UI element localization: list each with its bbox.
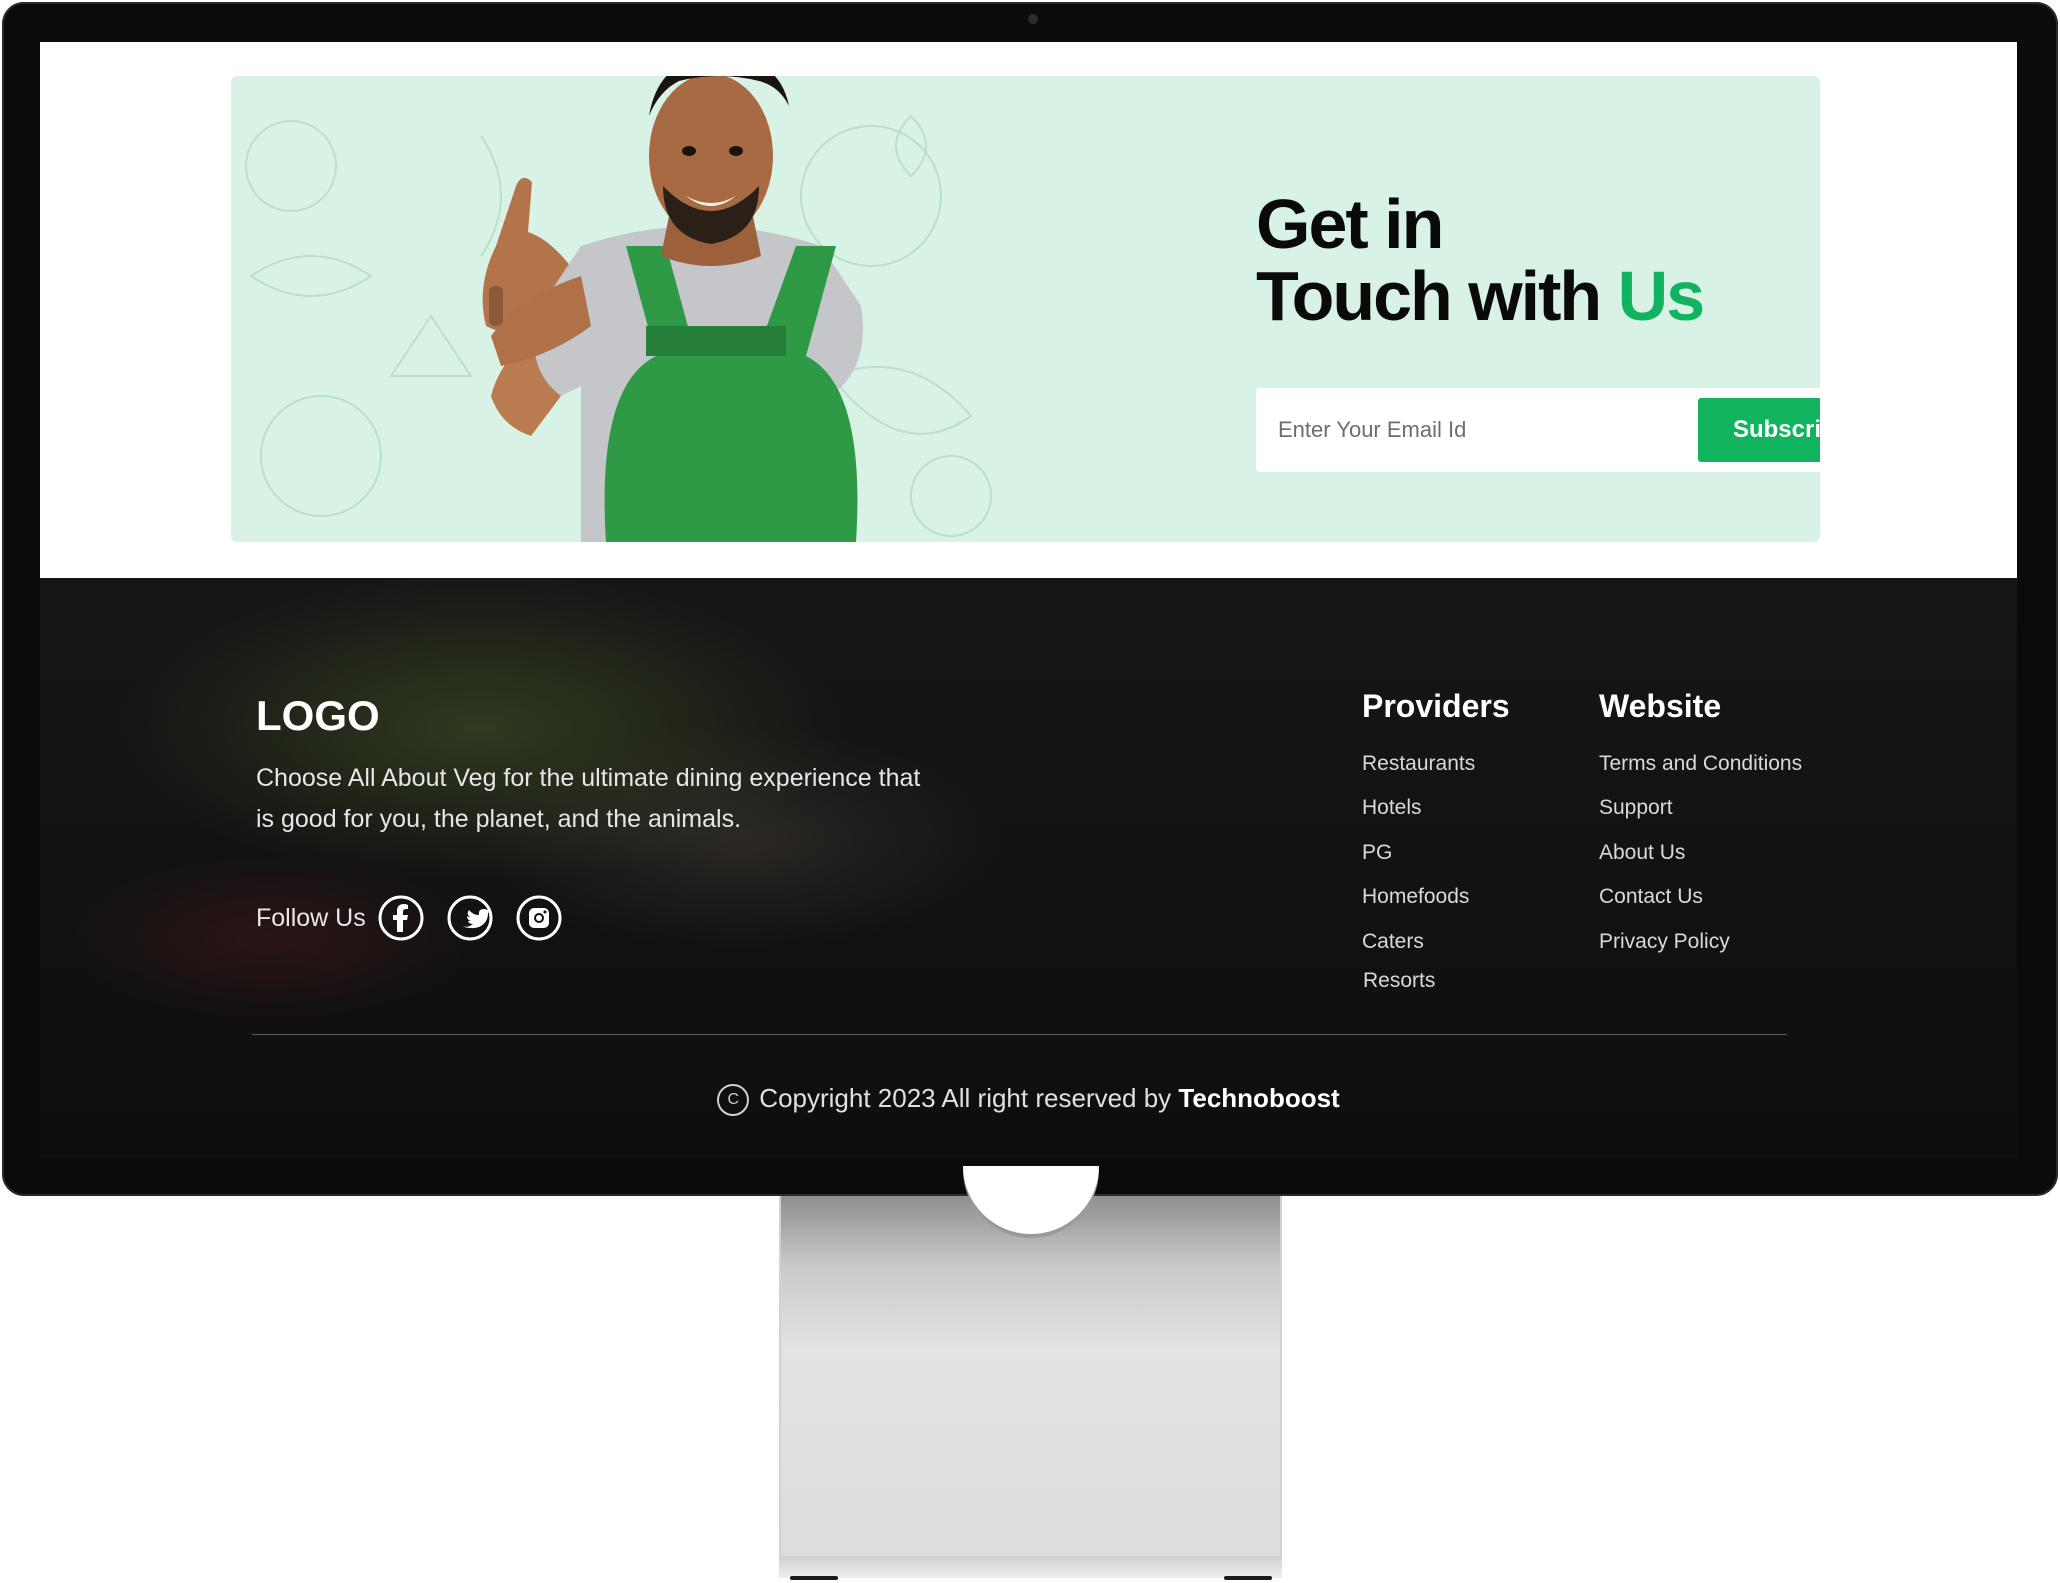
- headline-line-1: Get in: [1256, 185, 1444, 263]
- footer-link-privacy-policy[interactable]: Privacy Policy: [1599, 930, 1730, 954]
- footer-link-caters[interactable]: Caters: [1362, 930, 1424, 954]
- follow-us-label: Follow Us: [256, 904, 366, 932]
- subscribe-button[interactable]: Subscribe: [1698, 398, 1820, 462]
- footer: LOGO Choose All About Veg for the ultima…: [40, 578, 2017, 1159]
- instagram-icon[interactable]: [515, 894, 563, 942]
- footer-link-homefoods[interactable]: Homefoods: [1362, 885, 1469, 909]
- headline-line-2-prefix: Touch with: [1256, 257, 1618, 335]
- footer-link-about-us[interactable]: About Us: [1599, 841, 1685, 865]
- footer-link-resorts[interactable]: Resorts: [1363, 969, 1435, 993]
- monitor-frame: Get in Touch with Us Subscribe LOGO Choo…: [2, 2, 2058, 1196]
- screen: Get in Touch with Us Subscribe LOGO Choo…: [40, 42, 2017, 1159]
- monitor-foot-right: [1224, 1576, 1272, 1580]
- monitor-foot-left: [790, 1576, 838, 1580]
- headline: Get in Touch with Us: [1256, 188, 1816, 332]
- footer-link-restaurants[interactable]: Restaurants: [1362, 752, 1475, 776]
- subscribe-banner: Get in Touch with Us Subscribe: [231, 76, 1820, 542]
- providers-heading: Providers: [1362, 688, 1510, 724]
- footer-divider: [252, 1034, 1787, 1035]
- footer-link-hotels[interactable]: Hotels: [1362, 796, 1422, 820]
- footer-link-contact-us[interactable]: Contact Us: [1599, 885, 1703, 909]
- copyright: C Copyright 2023 All right reserved by Te…: [40, 1083, 2017, 1117]
- footer-link-support[interactable]: Support: [1599, 796, 1673, 820]
- camera-dot: [1028, 14, 1038, 24]
- monitor-stand-base: [779, 1556, 1282, 1578]
- footer-link-pg[interactable]: PG: [1362, 841, 1392, 865]
- headline-accent-word: Us: [1617, 257, 1705, 335]
- monitor-stand: [779, 1196, 1282, 1578]
- copyright-text: Copyright 2023 All right reserved by: [759, 1083, 1179, 1113]
- footer-tagline: Choose All About Veg for the ultimate di…: [256, 764, 921, 833]
- headline-line-2: Touch with Us: [1256, 260, 1816, 332]
- website-heading: Website: [1599, 688, 1722, 724]
- footer-logo[interactable]: LOGO: [256, 692, 380, 740]
- footer-link-terms[interactable]: Terms and Conditions: [1599, 752, 1802, 776]
- copyright-brand[interactable]: Technoboost: [1178, 1083, 1339, 1113]
- subscribe-form: Subscribe: [1256, 388, 1820, 472]
- email-input[interactable]: [1256, 388, 1696, 472]
- twitter-icon[interactable]: [446, 894, 494, 942]
- facebook-icon[interactable]: [377, 894, 425, 942]
- copyright-icon: C: [717, 1084, 750, 1117]
